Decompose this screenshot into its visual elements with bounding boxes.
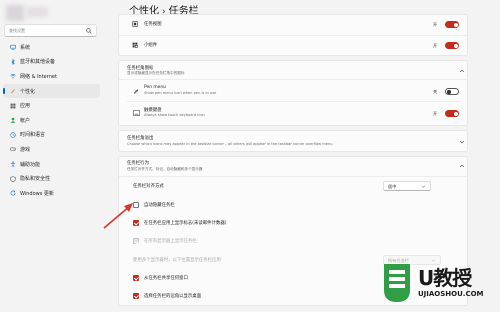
chevron-down-icon[interactable] <box>459 139 465 145</box>
sidebar-item-label: 网络 & Internet <box>20 73 57 80</box>
search-icon <box>86 28 92 34</box>
sidebar-item-accessibility[interactable]: 辅助功能 <box>0 157 103 172</box>
bluetooth-icon <box>11 58 15 65</box>
keyboard-icon <box>133 110 140 116</box>
sidebar: 查找设置 系统蓝牙和其他设备 网络 & Internet 个性化应用帐户时间和语言游… <box>0 0 103 312</box>
sidebar-item-gamepad[interactable]: 游戏 <box>0 142 103 157</box>
watermark-brand: U教授 <box>418 266 472 290</box>
pen-icon <box>133 89 139 94</box>
task-view-state: 开 <box>433 22 438 27</box>
alignment-value: 居中 <box>388 184 397 189</box>
share-window-label: 从任务栏共享任何窗口 <box>144 276 188 281</box>
sidebar-item-account[interactable]: 帐户 <box>0 113 103 128</box>
gamepad-icon <box>10 147 16 152</box>
behaviors-subtitle: 任务栏对齐方式、标记、自动隐藏和多个显示器 <box>127 167 203 171</box>
alignment-label: 任务栏对齐方式 <box>133 184 164 189</box>
pen-menu-toggle[interactable] <box>445 88 459 95</box>
sidebar-item-label: Windows 更新 <box>20 190 54 197</box>
touch-keyboard-toggle[interactable] <box>445 110 459 117</box>
sidebar-item-shield[interactable]: 隐私和安全性 <box>0 171 103 186</box>
sidebar-item-update[interactable]: Windows 更新 <box>0 186 103 201</box>
multi-display-label: 使用多个显示器时，以下位置显示任务栏应用 <box>133 258 221 263</box>
widgets-state: 开 <box>433 43 438 48</box>
chevron-up-icon[interactable] <box>459 163 465 169</box>
sidebar-item-brush[interactable]: 个性化 <box>3 83 100 99</box>
corner-icons-subtitle: 显示或隐藏显示在任务栏角中的图标 <box>127 71 185 75</box>
overflow-title: 任务栏角溢出 <box>127 136 154 141</box>
sidebar-item-bluetooth[interactable]: 蓝牙和其他设备 <box>0 55 103 70</box>
sidebar-item-label: 系统 <box>20 44 31 51</box>
monitor-icon <box>10 45 16 50</box>
corner-icons-card: 任务栏角图标 显示或隐藏显示在任务栏角中的图标 Pen menu Show pe… <box>118 60 469 126</box>
far-corner-checkbox[interactable] <box>133 293 139 299</box>
annotation-arrow <box>103 203 133 229</box>
user-name <box>26 7 48 17</box>
sidebar-item-label: 应用 <box>20 103 31 110</box>
sidebar-item-label: 游戏 <box>20 146 31 153</box>
share-window-checkbox[interactable] <box>133 275 139 281</box>
all-displays-checkbox[interactable] <box>133 238 139 244</box>
watermark-url: UJIAOSHOU.COM <box>418 290 484 298</box>
apps-icon <box>10 103 16 109</box>
sidebar-item-apps[interactable]: 应用 <box>0 98 103 113</box>
taskbar-items-card: 任务视图 开 小组件 开 <box>118 14 469 56</box>
touch-keyboard-desc: Always show touch keyboard icon <box>144 113 205 117</box>
sidebar-item-label: 隐私和安全性 <box>20 176 51 183</box>
alignment-select[interactable]: 居中 <box>383 181 431 191</box>
chevron-up-icon[interactable] <box>459 68 465 74</box>
sidebar-item-clock[interactable]: 时间和语言 <box>0 128 103 143</box>
brush-icon <box>11 89 15 94</box>
far-corner-label: 选择任务栏的远角以显示桌面 <box>144 294 202 299</box>
task-view-toggle[interactable] <box>445 21 459 28</box>
sidebar-item-label: 个性化 <box>20 88 36 95</box>
shield-icon <box>10 175 16 182</box>
sidebar-item-label: 帐户 <box>20 117 31 124</box>
all-displays-label: 在所有显示器上显示任务栏 <box>144 239 197 244</box>
sidebar-item-label: 蓝牙和其他设备 <box>20 59 56 66</box>
chevron-down-icon <box>421 185 426 188</box>
badges-label: 在任务栏应用上显示标志(未读邮件计数器) <box>144 221 227 226</box>
sidebar-item-label: 辅助功能 <box>20 161 41 168</box>
widgets-label: 小组件 <box>144 43 158 48</box>
clock-icon <box>10 132 16 138</box>
task-view-icon <box>132 21 138 27</box>
wifi-icon <box>10 74 16 79</box>
search-input[interactable]: 查找设置 <box>4 24 97 37</box>
task-view-label: 任务视图 <box>144 22 162 27</box>
pen-menu-label: Pen menu <box>144 85 166 90</box>
widgets-icon <box>132 42 138 48</box>
sidebar-nav: 系统蓝牙和其他设备 网络 & Internet 个性化应用帐户时间和语言游戏辅助功能… <box>0 40 103 201</box>
account-icon <box>10 118 16 123</box>
overflow-subtitle: Choose which icons may appear in the tas… <box>127 142 333 146</box>
touch-keyboard-state: 开 <box>433 111 438 116</box>
sidebar-item-monitor[interactable]: 系统 <box>0 40 103 55</box>
avatar <box>6 5 24 21</box>
corner-overflow-card[interactable]: 任务栏角溢出 Choose which icons may appear in … <box>118 130 468 152</box>
widgets-toggle[interactable] <box>445 42 459 49</box>
sidebar-item-wifi[interactable]: 网络 & Internet <box>0 69 103 84</box>
update-icon <box>10 190 16 196</box>
sidebar-item-label: 时间和语言 <box>20 132 46 139</box>
auto-hide-label: 自动隐藏任务栏 <box>144 203 175 208</box>
pen-menu-state: 关 <box>433 89 438 94</box>
pen-menu-desc: Show pen menu icon when pen is in use <box>144 91 217 95</box>
behaviors-title: 任务栏行为 <box>127 161 149 166</box>
search-placeholder: 查找设置 <box>9 28 25 33</box>
accessibility-icon <box>10 161 16 167</box>
